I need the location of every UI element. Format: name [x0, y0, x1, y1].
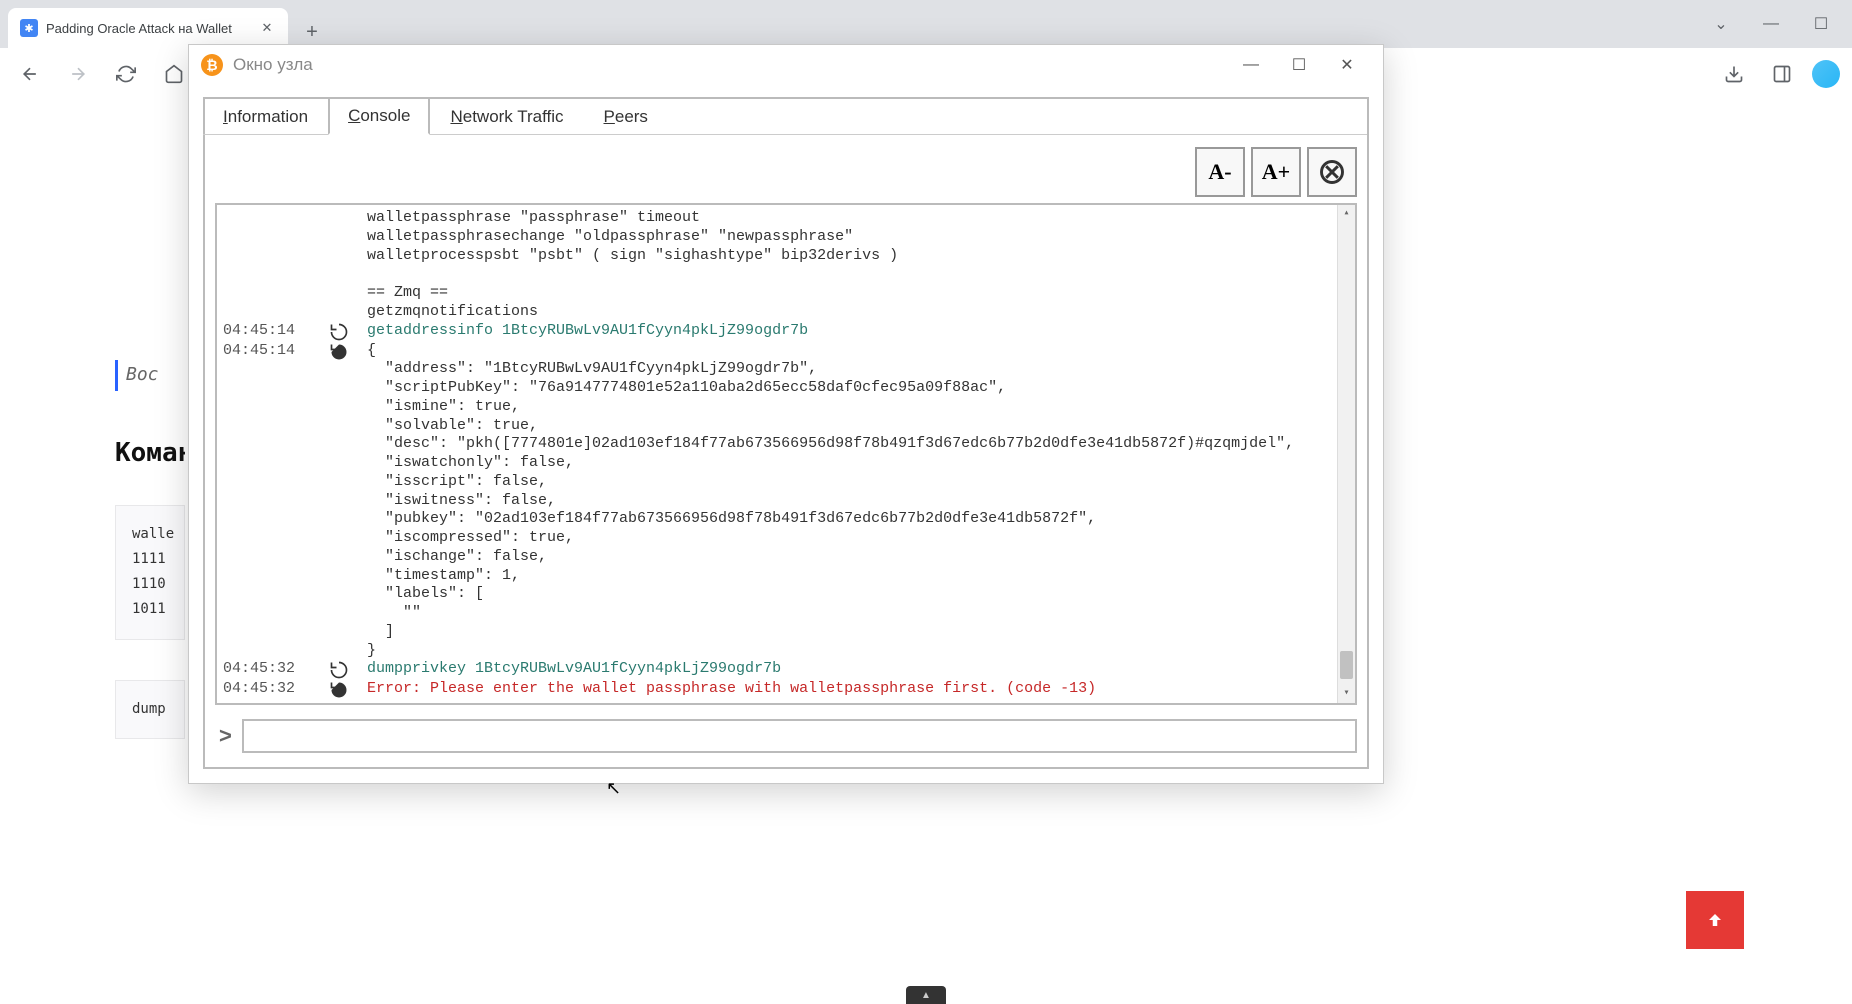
tab-information[interactable]: Information: [203, 97, 328, 135]
font-increase-button[interactable]: A+: [1251, 147, 1301, 197]
bottom-handle[interactable]: ▲: [906, 986, 946, 1004]
browser-window-controls: ⌄ — ☐: [1698, 8, 1844, 40]
page-code-block-1: walle 1111 1110 1011: [115, 505, 185, 640]
scroll-up-button[interactable]: ▴: [1338, 205, 1355, 223]
maximize-button[interactable]: ☐: [1798, 8, 1844, 40]
console-input[interactable]: [242, 719, 1357, 753]
scroll-to-top-button[interactable]: [1686, 891, 1744, 949]
timestamp: 04:45:32: [217, 680, 311, 700]
tab-title: Padding Oracle Attack на Wallet: [46, 21, 232, 36]
page-italic-heading: Вос: [126, 360, 185, 391]
console-command: dumpprivkey 1BtcyRUBwLv9AU1fCyyn4pkLjZ99…: [367, 660, 1337, 680]
console-row: 04:45:14 getaddressinfo 1BtcyRUBwLv9AU1fC…: [217, 322, 1337, 342]
home-button[interactable]: [156, 56, 192, 92]
tab-favicon-icon: ✱: [20, 19, 38, 37]
font-decrease-button[interactable]: A-: [1195, 147, 1245, 197]
console-row: 04:45:14 { "address": "1BtcyRUBwLv9AU1fCy…: [217, 342, 1337, 661]
console-scrollbar[interactable]: ▴ ▾: [1337, 205, 1355, 703]
timestamp: 04:45:14: [217, 342, 311, 661]
sent-icon: [311, 660, 367, 680]
browser-tab[interactable]: ✱ Padding Oracle Attack на Wallet ✕: [8, 8, 288, 48]
tab-network-traffic[interactable]: Network Traffic: [430, 97, 583, 135]
forward-button[interactable]: [60, 56, 96, 92]
node-window: ₿ Окно узла — ☐ ✕ Information Console Ne…: [188, 44, 1384, 784]
received-icon: [311, 680, 367, 700]
tab-bar: ✱ Padding Oracle Attack на Wallet ✕ +: [0, 0, 1852, 48]
chevron-down-icon[interactable]: ⌄: [1698, 8, 1744, 40]
node-maximize-button[interactable]: ☐: [1275, 49, 1323, 81]
timestamp: 04:45:32: [217, 660, 311, 680]
console-error: Error: Please enter the wallet passphras…: [367, 680, 1337, 700]
minimize-button[interactable]: —: [1748, 8, 1794, 40]
tab-peers[interactable]: Peers: [584, 97, 668, 135]
console-help-block: walletpassphrase "passphrase" timeout wa…: [367, 209, 1337, 322]
page-h2: Коман: [115, 431, 185, 475]
scroll-down-button[interactable]: ▾: [1338, 685, 1355, 703]
profile-avatar[interactable]: [1812, 60, 1840, 88]
console-row: 04:45:32 dumpprivkey 1BtcyRUBwLv9AU1fCyyn…: [217, 660, 1337, 680]
node-window-title: Окно узла: [233, 55, 313, 75]
back-button[interactable]: [12, 56, 48, 92]
prompt-caret-icon: >: [215, 723, 232, 749]
bitcoin-icon: ₿: [201, 54, 223, 76]
node-tabs: Information Console Network Traffic Peer…: [203, 97, 1367, 135]
console-row: 04:45:32 Error: Please enter the wallet p…: [217, 680, 1337, 700]
scroll-thumb[interactable]: [1340, 651, 1353, 679]
clear-console-button[interactable]: [1307, 147, 1357, 197]
sidepanel-button[interactable]: [1764, 56, 1800, 92]
tab-console[interactable]: Console: [328, 97, 430, 135]
sent-icon: [311, 322, 367, 342]
node-titlebar[interactable]: ₿ Окно узла — ☐ ✕: [189, 45, 1383, 85]
timestamp: 04:45:14: [217, 322, 311, 342]
node-close-button[interactable]: ✕: [1323, 49, 1371, 81]
node-minimize-button[interactable]: —: [1227, 49, 1275, 81]
console-toolbar: A- A+: [1195, 147, 1357, 197]
downloads-button[interactable]: [1716, 56, 1752, 92]
console-command: getaddressinfo 1BtcyRUBwLv9AU1fCyyn4pkLj…: [367, 322, 1337, 342]
tab-close-button[interactable]: ✕: [258, 19, 276, 37]
node-body: Information Console Network Traffic Peer…: [203, 97, 1369, 769]
console-response: { "address": "1BtcyRUBwLv9AU1fCyyn4pkLjZ…: [367, 342, 1337, 661]
console-output: walletpassphrase "passphrase" timeout wa…: [215, 203, 1357, 705]
page-code-block-2: dump: [115, 680, 185, 739]
console-prompt-row: >: [215, 717, 1357, 755]
console-inner: walletpassphrase "passphrase" timeout wa…: [217, 205, 1337, 703]
received-icon: [311, 342, 367, 661]
reload-button[interactable]: [108, 56, 144, 92]
page-left-fragment: Вос Коман walle 1111 1110 1011 dump: [115, 360, 185, 779]
